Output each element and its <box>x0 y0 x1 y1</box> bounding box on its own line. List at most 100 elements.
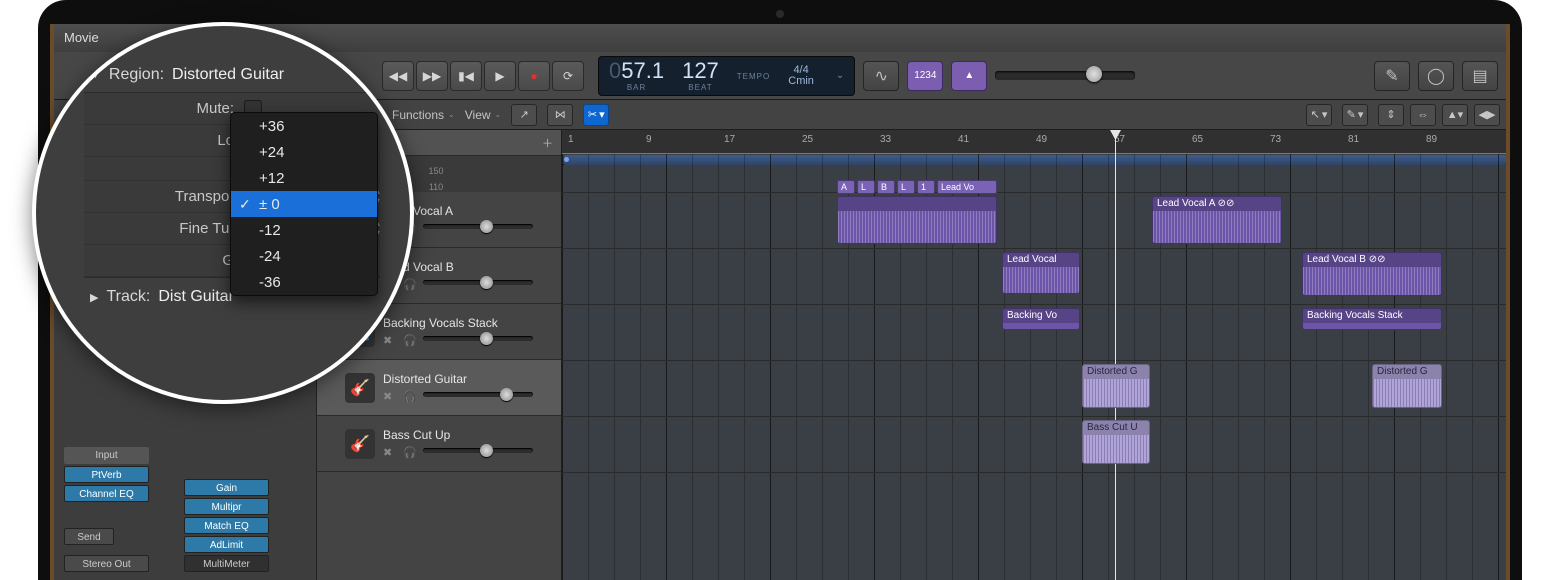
master-volume-slider[interactable] <box>995 62 1135 90</box>
time-sig: 4/4 <box>793 65 808 76</box>
rewind-button[interactable]: ◀◀ <box>382 61 414 91</box>
loop-browser-button[interactable]: ◯ <box>1418 61 1454 91</box>
record-button[interactable]: ● <box>518 61 550 91</box>
pencil-tool[interactable]: ✎▾ <box>1342 104 1368 126</box>
arrange-area[interactable]: ▣ 1917253341495765738189 ALBL1Lead Vo <box>562 130 1506 580</box>
dropdown-option[interactable]: +12 <box>231 165 377 191</box>
plugin-slot[interactable]: Match EQ <box>184 517 269 534</box>
media-browser-button[interactable]: ▤ <box>1462 61 1498 91</box>
region-distorted-guitar[interactable]: Distorted G <box>1082 364 1150 408</box>
add-arrangement-icon[interactable]: ＋ <box>542 135 553 151</box>
track-volume-slider[interactable] <box>423 280 533 290</box>
loop-label: Lo <box>84 132 244 149</box>
horiz-autozoom-button[interactable]: ⇔ <box>1410 104 1436 126</box>
plugin-slot[interactable]: Multipr <box>184 498 269 515</box>
track-name: Bass Cut Up <box>383 428 553 442</box>
transpose-dropdown[interactable]: +36+24+12✓± 0-12-24-36 <box>230 112 378 296</box>
region-lead-vocal-a-2[interactable]: Lead Vocal A ⊘⊘ <box>1152 196 1282 244</box>
track-row[interactable]: 🎸 Bass Cut Up ✖ 🎧 <box>317 416 561 472</box>
flex-button[interactable]: ⋈ <box>547 104 573 126</box>
check-icon: ✓ <box>239 196 251 213</box>
headphones-icon[interactable]: 🎧 <box>403 278 417 292</box>
track-name: Dist Guitar <box>158 288 234 306</box>
dropdown-option[interactable]: -36 <box>231 269 377 295</box>
region-lead-vocal-b-2[interactable]: Lead Vocal B ⊘⊘ <box>1302 252 1442 296</box>
transport-controls: ◀◀ ▶▶ ▮◀ ▶ ● ⟳ <box>382 61 584 91</box>
automation-curve-button[interactable]: ↗ <box>511 104 537 126</box>
ruler[interactable]: ▣ 1917253341495765738189 <box>562 130 1506 154</box>
headphones-icon[interactable]: 🎧 <box>403 390 417 404</box>
go-to-start-button[interactable]: ▮◀ <box>450 61 482 91</box>
track-volume-slider[interactable] <box>423 224 533 234</box>
input-label-slot[interactable]: Input <box>64 447 149 464</box>
region-lead-vocal-a[interactable] <box>837 196 997 244</box>
lcd-display[interactable]: 057.1 BAR 127 BEAT TEMPO 4/4 Cmin ⌄ <box>598 56 855 96</box>
tuner-button[interactable]: ∿ <box>863 61 899 91</box>
vert-autozoom-button[interactable]: ⇕ <box>1378 104 1404 126</box>
ruler-bar-number: 33 <box>880 134 891 145</box>
playhead[interactable] <box>1115 130 1116 580</box>
output-button[interactable]: Stereo Out <box>64 555 149 572</box>
track-name: Distorted Guitar <box>383 372 553 386</box>
ruler-bar-number: 25 <box>802 134 813 145</box>
metronome-button[interactable]: ▲ <box>951 61 987 91</box>
track-row[interactable]: 🎸Distorted Guitar✖🎧 <box>317 360 561 416</box>
plugin-slot[interactable]: AdLimit <box>184 536 269 553</box>
region-marker[interactable]: 1 <box>917 180 935 194</box>
region-marker[interactable]: L <box>897 180 915 194</box>
snap-button[interactable]: ✂▾ <box>583 104 609 126</box>
notepad-button[interactable]: ✎ <box>1374 61 1410 91</box>
dropdown-option[interactable]: ✓± 0 <box>231 191 377 217</box>
region-lead-vocal-b[interactable]: Lead Vocal <box>1002 252 1080 294</box>
headphones-icon[interactable]: 🎧 <box>403 446 417 460</box>
dropdown-option[interactable]: -12 <box>231 217 377 243</box>
region-backing-vocals[interactable]: Backing Vo <box>1002 308 1080 330</box>
play-button[interactable]: ▶ <box>484 61 516 91</box>
count-in-button[interactable]: 1234 <box>907 61 943 91</box>
headphones-icon[interactable]: 🎧 <box>403 334 417 348</box>
track-volume-slider[interactable] <box>423 336 533 346</box>
tempo-label: TEMPO <box>737 73 770 81</box>
forward-button[interactable]: ▶▶ <box>416 61 448 91</box>
disclosure-triangle-icon[interactable]: ▶ <box>90 291 98 304</box>
bar-value: 57.1 <box>621 58 664 83</box>
horiz-zoom-slider[interactable]: ◀▶ <box>1474 104 1500 126</box>
plugin-slot[interactable]: Gain <box>184 479 269 496</box>
region-distorted-guitar-2[interactable]: Distorted G <box>1372 364 1442 408</box>
region-inspector-header[interactable]: ▼ Region: Distorted Guitar <box>90 66 380 84</box>
region-marker[interactable]: B <box>877 180 895 194</box>
send-button[interactable]: Send <box>64 528 114 545</box>
pointer-tool[interactable]: ↖▾ <box>1306 104 1332 126</box>
mute-icon[interactable]: ✖ <box>383 390 397 404</box>
region-bass-cut[interactable]: Bass Cut U <box>1082 420 1150 464</box>
functions-menu[interactable]: Functions⌄ <box>392 108 455 122</box>
ruler-bar-number: 1 <box>568 134 574 145</box>
dropdown-option[interactable]: +36 <box>231 113 377 139</box>
vert-zoom-slider[interactable]: ▲▾ <box>1442 104 1468 126</box>
region-marker[interactable]: L <box>857 180 875 194</box>
region-backing-vocals-2[interactable]: Backing Vocals Stack <box>1302 308 1442 330</box>
gain-label: G <box>84 252 244 269</box>
track-name: Lead Vocal B <box>383 260 553 274</box>
track-volume-slider[interactable] <box>423 448 533 458</box>
region-marker[interactable]: Lead Vo <box>937 180 997 194</box>
plugin-slot[interactable]: MultiMeter <box>184 555 269 572</box>
lcd-chevron-icon[interactable]: ⌄ <box>836 70 844 81</box>
ruler-bar-number: 17 <box>724 134 735 145</box>
track-name: Backing Vocals Stack <box>383 316 553 330</box>
channel-strip-right: Gain Multipr Match EQ AdLimit MultiMeter <box>184 479 269 572</box>
track-volume-slider[interactable] <box>423 392 533 402</box>
dropdown-option[interactable]: -24 <box>231 243 377 269</box>
dropdown-option[interactable]: +24 <box>231 139 377 165</box>
track-icon: 🎸 <box>345 429 375 459</box>
region-marker[interactable]: A <box>837 180 855 194</box>
mute-icon[interactable]: ✖ <box>383 334 397 348</box>
view-menu[interactable]: View⌄ <box>465 108 502 122</box>
region-name: Distorted Guitar <box>172 66 284 84</box>
mute-icon[interactable]: ✖ <box>383 446 397 460</box>
beat-value: 127 <box>682 60 719 82</box>
cycle-button[interactable]: ⟳ <box>552 61 584 91</box>
track-label: Track: <box>106 288 150 306</box>
plugin-slot[interactable]: PtVerb <box>64 466 149 483</box>
plugin-slot[interactable]: Channel EQ <box>64 485 149 502</box>
